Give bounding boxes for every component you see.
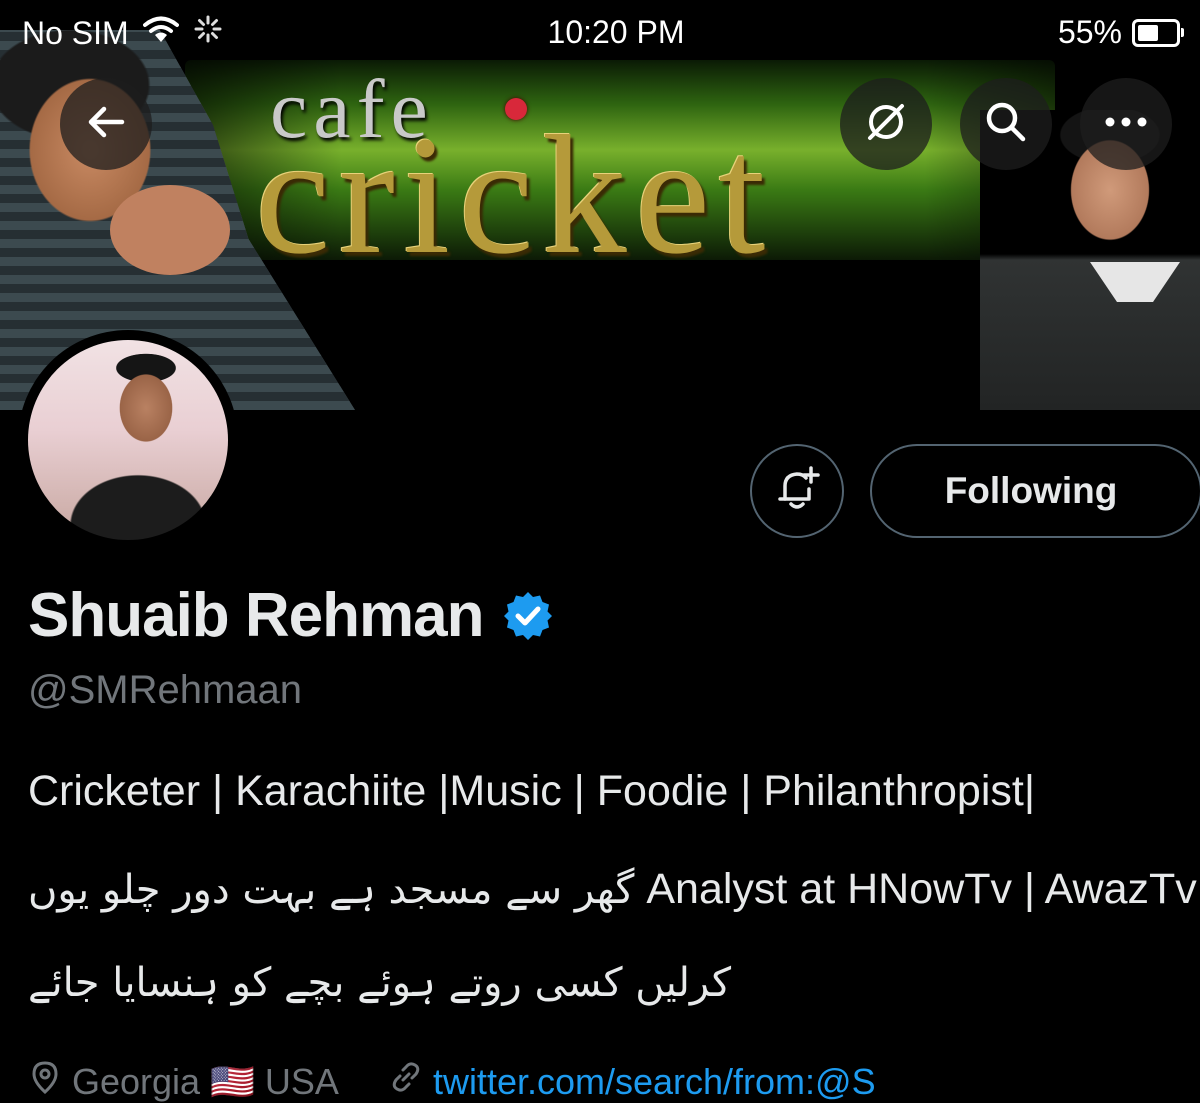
search-button[interactable] — [960, 78, 1052, 170]
profile-website-link[interactable]: twitter.com/search/from:@S — [433, 1061, 876, 1103]
profile-meta-row: Georgia 🇺🇸 USA twitter.com/search/from:@… — [28, 1060, 876, 1103]
location-pin-icon — [28, 1060, 62, 1103]
display-name: Shuaib Rehman — [28, 581, 485, 650]
bio-urdu-text-1: گھر سے مسجد ہے بہت دور چلو یوں — [28, 867, 635, 913]
bio-line-1: Cricketer | Karachiite |Music | Foodie |… — [28, 767, 1036, 815]
globe-slash-icon — [862, 98, 910, 151]
bio-line-2: گھر سے مسجد ہے بہت دور چلو یوں Analyst a… — [28, 865, 1197, 914]
status-bar: No SIM 10:20 PM 55% — [0, 0, 1200, 64]
translate-button[interactable] — [840, 78, 932, 170]
banner-person-left-hand — [110, 185, 230, 275]
bell-plus-icon — [771, 463, 823, 520]
more-horizontal-icon — [1102, 114, 1150, 135]
battery-icon — [1132, 18, 1184, 47]
following-button[interactable]: Following — [870, 444, 1200, 538]
verified-badge-icon[interactable] — [502, 590, 554, 642]
back-button[interactable] — [60, 78, 152, 170]
link-icon — [389, 1060, 423, 1103]
bio-urdu-text-2: کرلیں کسی روتے ہوئے بچے کو ہنسایا جائے — [28, 960, 732, 1006]
battery-percent: 55% — [1057, 14, 1122, 50]
profile-avatar[interactable] — [18, 330, 238, 550]
arrow-left-icon — [84, 100, 128, 149]
notifications-button[interactable] — [750, 444, 844, 538]
avatar-image — [28, 340, 228, 540]
profile-location: Georgia 🇺🇸 USA — [72, 1060, 339, 1102]
battery-fill — [1138, 24, 1158, 41]
profile-handle: @SMRehmaan — [28, 668, 303, 712]
profile-name-row: Shuaib Rehman — [28, 580, 554, 651]
search-icon — [982, 98, 1030, 151]
more-options-button[interactable] — [1080, 78, 1172, 170]
banner-logo-cricket: cricket — [255, 101, 774, 289]
clock: 10:20 PM — [547, 14, 685, 50]
bio-analyst-text: Analyst at HNowTv | AwazTv — [646, 865, 1197, 913]
